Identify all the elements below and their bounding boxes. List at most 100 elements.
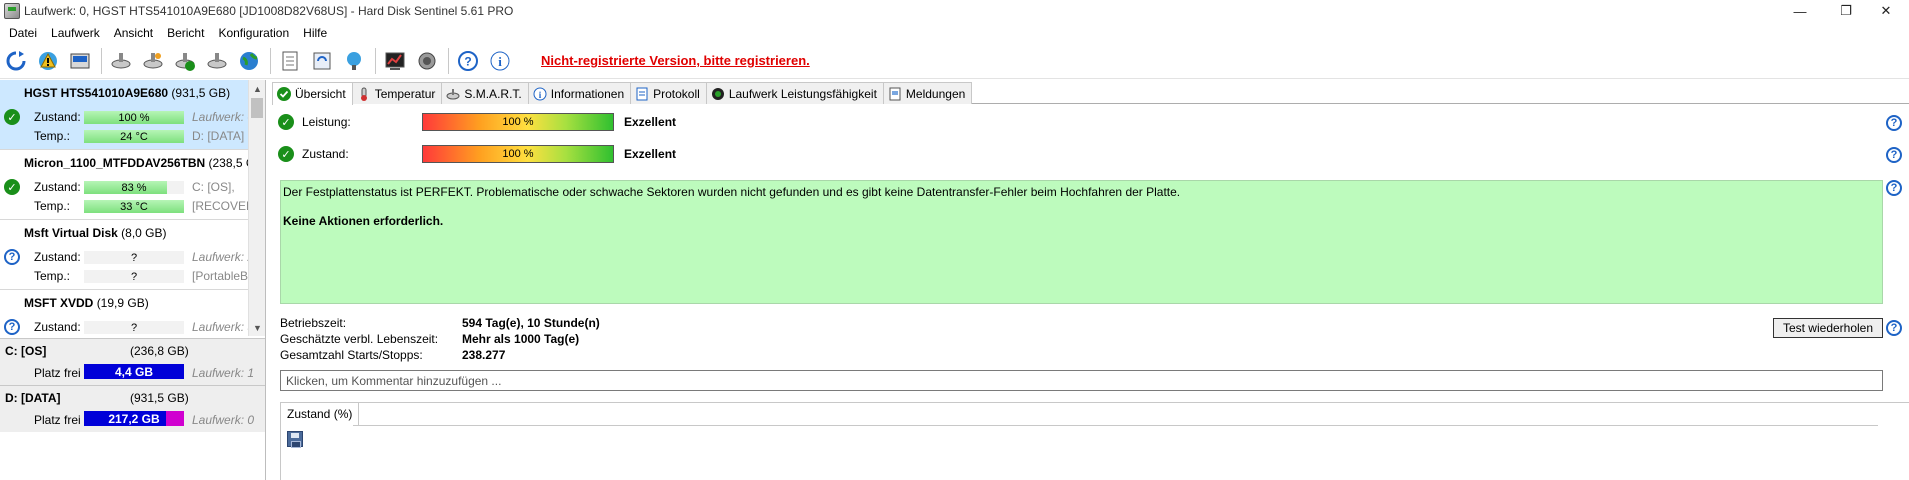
- menu-datei[interactable]: Datei: [2, 26, 44, 40]
- svg-text:i: i: [498, 54, 502, 69]
- free-space-label: Platz frei: [34, 366, 81, 380]
- disk-settings-icon[interactable]: [204, 48, 230, 74]
- temp-bar: ?: [84, 270, 184, 283]
- zustand-row: ✓ Zustand: 100 % Exzellent: [278, 145, 676, 163]
- refresh-icon[interactable]: [3, 48, 29, 74]
- drive-volumes-2: [RECOVERY]: [192, 199, 248, 213]
- tab-bar: Übersicht Temperatur S.M.A.R.T. i Inform…: [272, 82, 1909, 105]
- partition-capacity: (236,8 GB): [130, 344, 189, 358]
- comment-input[interactable]: Klicken, um Kommentar hinzuzufügen ...: [280, 370, 1883, 391]
- help-icon[interactable]: ?: [1886, 180, 1902, 196]
- stat-row: Gesamtzahl Starts/Stopps: 238.277: [280, 347, 600, 363]
- drive-item-hgst[interactable]: HGST HTS541010A9E680 (931,5 GB) ✓ Zustan…: [0, 80, 248, 150]
- scroll-thumb[interactable]: [251, 98, 263, 118]
- drive-number: Laufwerk: 3: [192, 320, 248, 334]
- save-icon[interactable]: [287, 431, 303, 448]
- tab-temperatur[interactable]: Temperatur: [351, 82, 443, 104]
- toolbar: ? i Nicht-registrierte Version, bitte re…: [0, 43, 1909, 79]
- zustand-verdict: Exzellent: [624, 147, 677, 161]
- help-icon[interactable]: ?: [1886, 320, 1902, 336]
- stat-value: Mehr als 1000 Tag(e): [462, 332, 580, 346]
- menu-bericht[interactable]: Bericht: [160, 26, 211, 40]
- tab-meldungen[interactable]: Meldungen: [882, 82, 973, 104]
- zustand-bar: ?: [84, 251, 184, 264]
- drive-list-scrollbar[interactable]: ▲ ▼: [248, 80, 265, 336]
- chart-icon[interactable]: [382, 48, 408, 74]
- check-icon: [277, 87, 291, 101]
- tab-smart[interactable]: S.M.A.R.T.: [441, 82, 529, 104]
- drive-list: HGST HTS541010A9E680 (931,5 GB) ✓ Zustan…: [0, 80, 248, 336]
- drive-item-micron[interactable]: Micron_1100_MTFDDAV256TBN (238,5 GB) ✓ Z…: [0, 150, 248, 220]
- disk-ok-icon[interactable]: [172, 48, 198, 74]
- leistung-label: Leistung:: [302, 115, 351, 129]
- drive-name: HGST HTS541010A9E680 (931,5 GB): [24, 86, 231, 100]
- sync-icon[interactable]: [309, 48, 335, 74]
- zustand-bar: 83 %: [84, 181, 184, 194]
- zustand-label: Zustand:: [34, 250, 81, 264]
- scroll-down-icon[interactable]: ▼: [249, 319, 266, 336]
- smart-icon: [446, 87, 460, 101]
- info-icon: i: [533, 87, 547, 101]
- partition-item-c[interactable]: C: [OS] (236,8 GB) Platz frei 4,4 GB Lau…: [0, 338, 265, 385]
- disk-test-icon[interactable]: [108, 48, 134, 74]
- drive-volumes: [PortableBase]: [192, 269, 248, 283]
- menu-laufwerk[interactable]: Laufwerk: [44, 26, 107, 40]
- check-icon: ✓: [4, 179, 20, 195]
- stat-row: Betriebszeit: 594 Tag(e), 10 Stunde(n): [280, 315, 600, 331]
- globe-icon[interactable]: [236, 48, 262, 74]
- stat-label: Betriebszeit:: [280, 316, 347, 330]
- drive-number: Laufwerk: 2: [192, 250, 248, 264]
- drive-item-xvdd[interactable]: MSFT XVDD (19,9 GB) ? Zustand: ? Laufwer…: [0, 290, 248, 336]
- unregistered-link[interactable]: Nicht-registrierte Version, bitte regist…: [541, 53, 810, 68]
- thermometer-icon: [357, 87, 371, 101]
- subtab-divider: [353, 425, 1878, 426]
- close-button[interactable]: ✕: [1863, 0, 1909, 22]
- network-icon[interactable]: [341, 48, 367, 74]
- info-icon[interactable]: i: [487, 48, 513, 74]
- check-icon: ✓: [278, 114, 294, 130]
- tab-uebersicht[interactable]: Übersicht: [272, 82, 353, 105]
- tab-leistungsfaehigkeit[interactable]: Laufwerk Leistungsfähigkeit: [705, 82, 884, 104]
- drive-name: Msft Virtual Disk (8,0 GB): [24, 226, 167, 240]
- help-icon[interactable]: ?: [1886, 147, 1902, 163]
- menu-konfiguration[interactable]: Konfiguration: [211, 26, 296, 40]
- disk-info-icon[interactable]: [67, 48, 93, 74]
- partition-item-d[interactable]: D: [DATA] (931,5 GB) Platz frei 217,2 GB…: [0, 385, 265, 432]
- toolbar-separator: [270, 47, 271, 74]
- temp-label: Temp.:: [34, 269, 71, 283]
- tab-informationen[interactable]: i Informationen: [527, 82, 632, 104]
- help-icon[interactable]: ?: [1886, 115, 1902, 131]
- retest-button[interactable]: Test wiederholen: [1773, 318, 1883, 338]
- minimize-button[interactable]: —: [1777, 0, 1823, 22]
- free-space-bar: 217,2 GB: [84, 411, 184, 426]
- question-icon: ?: [4, 249, 20, 265]
- stat-label: Geschätzte verbl. Lebenszeit:: [280, 332, 439, 346]
- tab-zustand-percent[interactable]: Zustand (%): [281, 403, 360, 425]
- help-icon[interactable]: ?: [455, 48, 481, 74]
- drive-item-virtual-disk[interactable]: Msft Virtual Disk (8,0 GB) ? Zustand: ? …: [0, 220, 248, 290]
- report-icon[interactable]: [277, 48, 303, 74]
- zustand-label: Zustand:: [34, 180, 81, 194]
- warning-icon[interactable]: [35, 48, 61, 74]
- stat-value: 594 Tag(e), 10 Stunde(n): [462, 316, 600, 330]
- partition-name: D: [DATA]: [5, 391, 61, 405]
- speaker-icon[interactable]: [414, 48, 440, 74]
- drive-volumes: D: [DATA]: [192, 129, 245, 143]
- window-title: Laufwerk: 0, HGST HTS541010A9E680 [JD100…: [24, 4, 514, 18]
- status-message: Der Festplattenstatus ist PERFEKT. Probl…: [283, 185, 1181, 199]
- zustand-bar: 100 %: [84, 111, 184, 124]
- stat-label: Gesamtzahl Starts/Stopps:: [280, 348, 423, 362]
- zustand-label: Zustand:: [34, 110, 81, 124]
- temp-bar: 24 °C: [84, 130, 184, 143]
- check-icon: ✓: [278, 146, 294, 162]
- partition-name: C: [OS]: [5, 344, 47, 358]
- disk-surface-icon[interactable]: [140, 48, 166, 74]
- scroll-up-icon[interactable]: ▲: [249, 80, 266, 97]
- menu-hilfe[interactable]: Hilfe: [296, 26, 334, 40]
- stat-row: Geschätzte verbl. Lebenszeit: Mehr als 1…: [280, 331, 600, 347]
- toolbar-separator: [375, 47, 376, 74]
- temp-label: Temp.:: [34, 129, 71, 143]
- tab-protokoll[interactable]: Protokoll: [630, 82, 707, 104]
- partition-drive-number: Laufwerk: 0: [192, 413, 255, 427]
- menu-ansicht[interactable]: Ansicht: [107, 26, 160, 40]
